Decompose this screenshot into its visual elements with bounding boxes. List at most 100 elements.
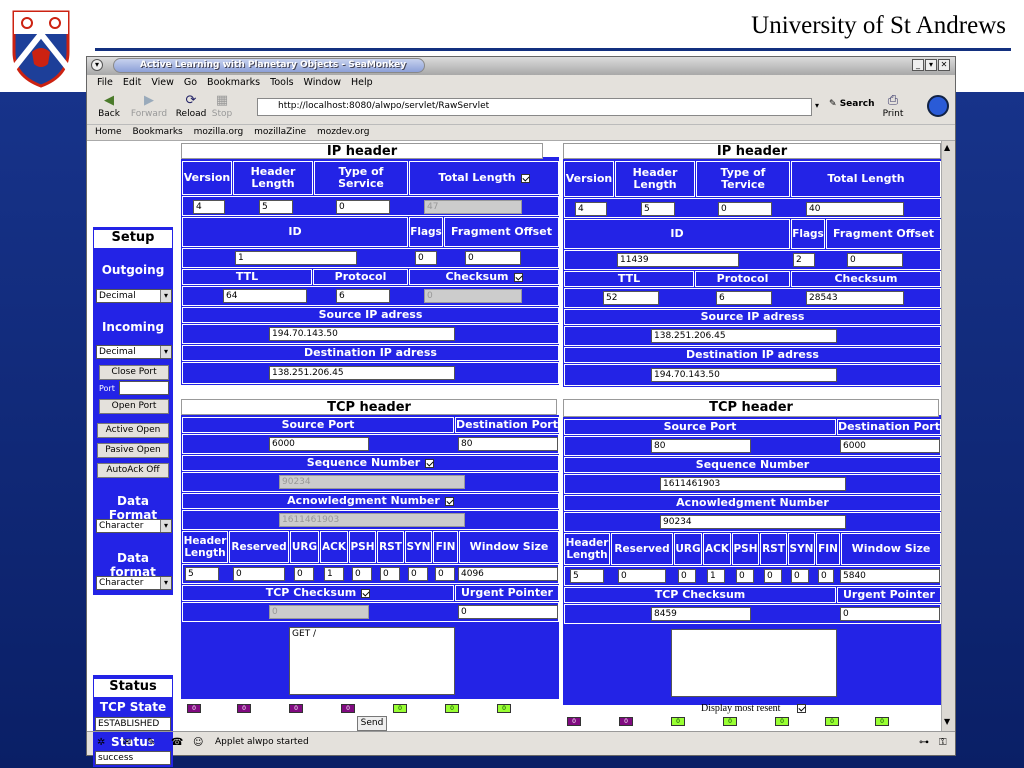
right-ttl-input[interactable]: 52 bbox=[603, 291, 659, 305]
online-status-icon[interactable]: ⊶ bbox=[919, 737, 929, 748]
menu-view[interactable]: View bbox=[151, 75, 174, 91]
right-dst-ip-input[interactable]: 194.70.143.50 bbox=[651, 368, 837, 382]
pasive-open-button[interactable]: Pasive Open bbox=[97, 443, 169, 458]
left-id-input[interactable]: 1 bbox=[235, 251, 357, 265]
maximize-icon[interactable]: ▾ bbox=[925, 59, 937, 71]
forward-button[interactable]: ▶ Forward bbox=[129, 93, 169, 119]
left-ack-num-input[interactable]: 1611461903 bbox=[279, 513, 465, 527]
outgoing-select[interactable]: Decimal bbox=[96, 289, 172, 303]
right-psh-input[interactable]: 0 bbox=[736, 569, 754, 583]
left-dst-ip-input[interactable]: 138.251.206.45 bbox=[269, 366, 455, 380]
right-ack-num-input[interactable]: 90234 bbox=[660, 515, 846, 529]
right-dst-port-input[interactable]: 6000 bbox=[840, 439, 940, 453]
url-dropdown-icon[interactable]: ▾ bbox=[815, 101, 819, 110]
left-tcp-hlen-input[interactable]: 5 bbox=[185, 567, 219, 581]
left-urg-input[interactable]: 0 bbox=[294, 567, 314, 581]
scroll-down-icon[interactable]: ▼ bbox=[944, 717, 950, 726]
right-reserved-input[interactable]: 0 bbox=[618, 569, 666, 583]
right-hlen-input[interactable]: 5 bbox=[641, 202, 675, 216]
left-payload-textarea[interactable]: GET / bbox=[289, 627, 455, 695]
right-src-ip-input[interactable]: 138.251.206.45 bbox=[651, 329, 837, 343]
left-ttl-input[interactable]: 64 bbox=[223, 289, 307, 303]
right-tos-input[interactable]: 0 bbox=[718, 202, 772, 216]
right-syn-input[interactable]: 0 bbox=[791, 569, 809, 583]
data-format-select[interactable]: Character bbox=[96, 519, 172, 533]
left-fin-input[interactable]: 0 bbox=[435, 567, 455, 581]
left-frag-input[interactable]: 0 bbox=[465, 251, 521, 265]
right-id-input[interactable]: 11439 bbox=[617, 253, 739, 267]
right-flags-input[interactable]: 2 bbox=[793, 253, 815, 267]
right-frag-input[interactable]: 0 bbox=[847, 253, 903, 267]
close-icon[interactable]: ✕ bbox=[938, 59, 950, 71]
left-syn-input[interactable]: 0 bbox=[408, 567, 428, 581]
reload-button[interactable]: ⟳ Reload bbox=[171, 93, 211, 119]
autoack-button[interactable]: AutoAck Off bbox=[97, 463, 169, 478]
irc-icon[interactable]: ☺ bbox=[193, 737, 203, 748]
left-tcp-checksum-input[interactable]: 0 bbox=[269, 605, 369, 619]
addressbook-icon[interactable]: ☎ bbox=[171, 737, 183, 748]
port-input[interactable] bbox=[119, 381, 169, 395]
active-open-button[interactable]: Active Open bbox=[97, 423, 169, 438]
search-button[interactable]: ✎ Search bbox=[829, 99, 875, 109]
minimize-icon[interactable]: _ bbox=[912, 59, 924, 71]
left-ack-input[interactable]: 1 bbox=[324, 567, 344, 581]
navigator-icon[interactable]: ✲ bbox=[97, 737, 105, 748]
menu-bookmarks[interactable]: Bookmarks bbox=[207, 75, 260, 91]
menu-edit[interactable]: Edit bbox=[123, 75, 141, 91]
right-ack-input[interactable]: 1 bbox=[707, 569, 725, 583]
bookmark-mozdev[interactable]: mozdev.org bbox=[317, 127, 370, 137]
left-reserved-input[interactable]: 0 bbox=[233, 567, 285, 581]
vertical-scrollbar[interactable]: ▲ ▼ bbox=[941, 141, 955, 731]
left-dst-port-input[interactable]: 80 bbox=[458, 437, 558, 451]
right-urg-input[interactable]: 0 bbox=[678, 569, 696, 583]
right-tcp-checksum-input[interactable]: 8459 bbox=[651, 607, 751, 621]
right-payload-textarea[interactable] bbox=[671, 629, 837, 697]
menu-go[interactable]: Go bbox=[184, 75, 197, 91]
window-menu-icon[interactable]: ▾ bbox=[91, 59, 103, 71]
bookmark-home[interactable]: Home bbox=[95, 127, 122, 137]
left-seq-checkbox[interactable] bbox=[425, 458, 435, 468]
menu-file[interactable]: File bbox=[97, 75, 113, 91]
right-fin-input[interactable]: 0 bbox=[818, 569, 834, 583]
left-flags-input[interactable]: 0 bbox=[415, 251, 437, 265]
right-rst-input[interactable]: 0 bbox=[764, 569, 782, 583]
left-window-input[interactable]: 4096 bbox=[458, 567, 558, 581]
right-urgent-input[interactable]: 0 bbox=[840, 607, 940, 621]
left-tcp-checksum-checkbox[interactable] bbox=[361, 588, 371, 598]
incoming-select[interactable]: Decimal bbox=[96, 345, 172, 359]
left-rst-input[interactable]: 0 bbox=[380, 567, 400, 581]
composer-icon[interactable]: ✎ bbox=[147, 737, 155, 748]
right-src-port-input[interactable]: 80 bbox=[651, 439, 751, 453]
left-src-ip-input[interactable]: 194.70.143.50 bbox=[269, 327, 455, 341]
right-checksum-input[interactable]: 28543 bbox=[806, 291, 904, 305]
left-total-length-checkbox[interactable] bbox=[520, 173, 530, 183]
left-psh-input[interactable]: 0 bbox=[352, 567, 372, 581]
stop-button[interactable]: ▦ Stop bbox=[207, 93, 237, 119]
left-protocol-input[interactable]: 6 bbox=[336, 289, 390, 303]
left-checksum-checkbox[interactable] bbox=[513, 272, 523, 282]
left-hlen-input[interactable]: 5 bbox=[259, 200, 293, 214]
bookmark-mozillazine[interactable]: mozillaZine bbox=[254, 127, 306, 137]
scroll-up-icon[interactable]: ▲ bbox=[944, 143, 950, 152]
right-total-length-input[interactable]: 40 bbox=[806, 202, 904, 216]
open-port-button[interactable]: Open Port bbox=[99, 399, 169, 414]
back-button[interactable]: ◀ Back bbox=[89, 93, 129, 119]
menu-window[interactable]: Window bbox=[304, 75, 341, 91]
data-format-select-2[interactable]: Character bbox=[96, 576, 172, 590]
right-seq-input[interactable]: 1611461903 bbox=[660, 477, 846, 491]
left-urgent-input[interactable]: 0 bbox=[458, 605, 558, 619]
close-port-button[interactable]: Close Port bbox=[99, 365, 169, 380]
menu-help[interactable]: Help bbox=[351, 75, 373, 91]
right-tcp-hlen-input[interactable]: 5 bbox=[570, 569, 604, 583]
url-input[interactable]: http://localhost:8080/alwpo/servlet/RawS… bbox=[257, 98, 812, 116]
left-total-length-input[interactable]: 47 bbox=[424, 200, 522, 214]
bookmark-bookmarks[interactable]: Bookmarks bbox=[132, 127, 182, 137]
mail-icon[interactable]: ✉ bbox=[123, 737, 131, 748]
right-protocol-input[interactable]: 6 bbox=[716, 291, 772, 305]
left-checksum-input[interactable]: 0 bbox=[424, 289, 522, 303]
left-version-input[interactable]: 4 bbox=[193, 200, 225, 214]
left-src-port-input[interactable]: 6000 bbox=[269, 437, 369, 451]
print-button[interactable]: ⎙ Print bbox=[875, 93, 911, 119]
send-button[interactable]: Send bbox=[357, 716, 387, 731]
left-ack-num-checkbox[interactable] bbox=[444, 496, 454, 506]
